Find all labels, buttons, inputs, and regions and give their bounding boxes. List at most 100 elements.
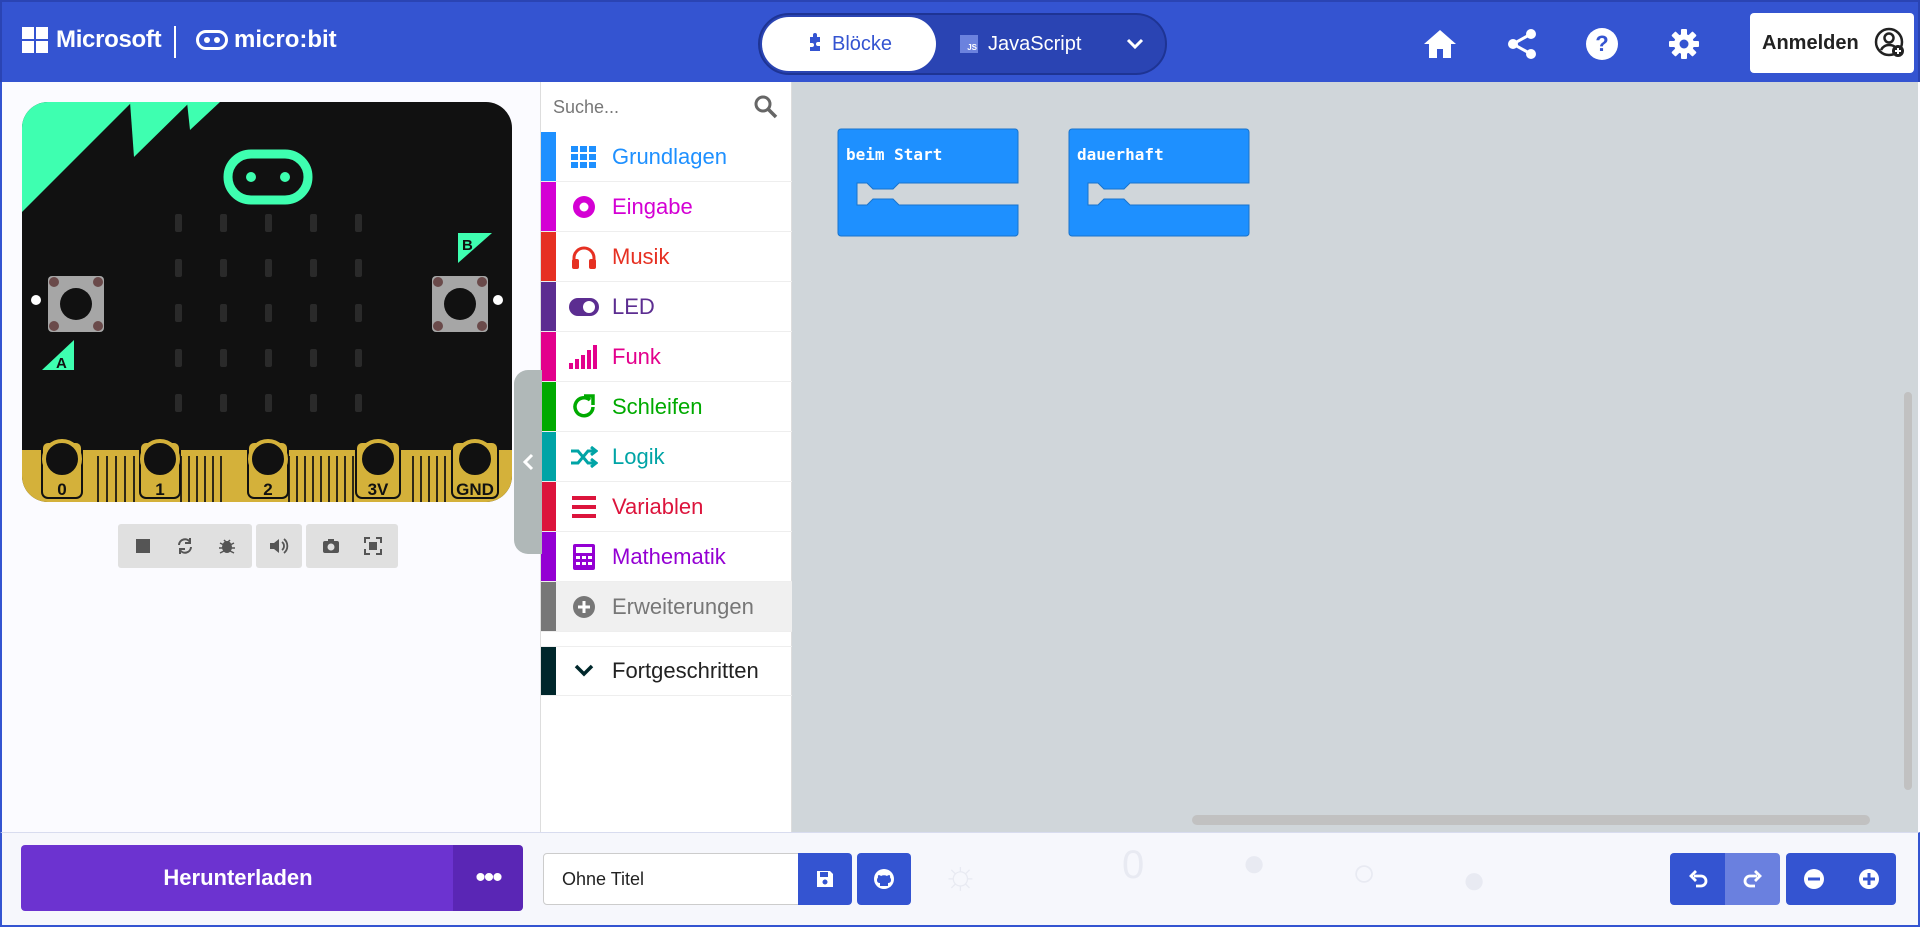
blocks-workspace[interactable]: beim Start dauerhaft: [792, 82, 1918, 832]
debug-icon: [219, 539, 235, 554]
category-label: Erweiterungen: [612, 593, 754, 619]
editor-toggle: Blöcke JS JavaScript: [758, 13, 1167, 75]
category-led[interactable]: LED: [541, 282, 792, 332]
category-eingabe[interactable]: Eingabe: [541, 182, 792, 232]
tab-javascript[interactable]: JS JavaScript: [960, 17, 1100, 71]
category-label: Grundlagen: [612, 143, 727, 169]
chevron-left-icon: [522, 453, 534, 471]
category-erweiterungen[interactable]: Erweiterungen: [541, 582, 792, 632]
category-funk[interactable]: Funk: [541, 332, 792, 382]
microsoft-brand[interactable]: Microsoft: [22, 26, 162, 54]
toggle-icon: [556, 297, 612, 316]
category-color-bar: [541, 382, 556, 431]
mute-icon: [270, 538, 289, 554]
download-more-button[interactable]: •••: [453, 845, 523, 911]
settings-button[interactable]: [1664, 24, 1704, 64]
microbit-brand[interactable]: micro:bit: [196, 26, 337, 54]
github-button[interactable]: [857, 853, 911, 905]
javascript-icon: JS: [960, 35, 978, 53]
category-color-bar: [541, 582, 556, 631]
screenshot-icon: [323, 539, 339, 553]
editor-footer: ☼ 0 ● ○ ● Herunterladen •••: [0, 832, 1920, 927]
vertical-scrollbar[interactable]: [1904, 392, 1912, 790]
signal-bars-icon: [556, 344, 612, 369]
grid-icon: [556, 145, 612, 168]
button-a[interactable]: [48, 276, 104, 332]
chevron-down-icon: [556, 664, 612, 678]
header-bar: Microsoft micro:bit Blöcke JS JavaScript…: [0, 0, 1920, 82]
category-mathematik[interactable]: Mathematik: [541, 532, 792, 582]
on-start-block[interactable]: beim Start: [837, 128, 1019, 248]
zoom-group: [1786, 853, 1896, 905]
loop-icon: [556, 393, 612, 420]
horizontal-scrollbar[interactable]: [1192, 815, 1870, 825]
editor-dropdown-button[interactable]: [1110, 17, 1160, 71]
category-color-bar: [541, 132, 556, 181]
headphones-icon: [556, 245, 612, 269]
pin-label-0: 0: [57, 480, 66, 499]
category-color-bar: [541, 182, 556, 231]
signin-label: Anmelden: [1762, 31, 1859, 54]
category-color-bar: [541, 332, 556, 381]
block-label: dauerhaft: [1077, 145, 1164, 164]
category-logik[interactable]: Logik: [541, 432, 792, 482]
restart-icon: [178, 538, 192, 554]
category-fortgeschritten[interactable]: Fortgeschritten: [541, 646, 792, 696]
zoom-in-button[interactable]: [1841, 853, 1896, 905]
project-name-input[interactable]: [543, 853, 799, 905]
sim-audio-group: [256, 524, 302, 568]
debug-button[interactable]: [208, 528, 246, 564]
search-icon[interactable]: [753, 94, 779, 120]
microbit-logo-icon: [196, 30, 228, 50]
user-add-icon: [1874, 27, 1904, 57]
zoom-out-button[interactable]: [1786, 853, 1841, 905]
list-lines-icon: [556, 495, 612, 518]
category-variablen[interactable]: Variablen: [541, 482, 792, 532]
fullscreen-button[interactable]: [354, 528, 392, 564]
save-icon: [817, 871, 833, 887]
tab-blocks-label: Blöcke: [831, 32, 893, 55]
download-label: Herunterladen: [163, 865, 313, 890]
category-label: Musik: [612, 243, 670, 269]
microbit-board[interactable]: A B 0 1 2 3V GND: [22, 102, 512, 502]
help-button[interactable]: ?: [1582, 24, 1622, 64]
chevron-down-icon: [1126, 38, 1144, 50]
category-grundlagen[interactable]: Grundlagen: [541, 132, 792, 182]
home-button[interactable]: [1420, 24, 1460, 64]
search-input[interactable]: [553, 92, 743, 122]
brand-divider: [174, 26, 176, 58]
category-color-bar: [541, 432, 556, 481]
stop-button[interactable]: [124, 528, 162, 564]
download-button[interactable]: Herunterladen: [21, 845, 455, 911]
pin-label-gnd: GND: [456, 480, 494, 499]
share-button[interactable]: [1502, 24, 1542, 64]
category-schleifen[interactable]: Schleifen: [541, 382, 792, 432]
tab-blocks[interactable]: Blöcke: [762, 17, 936, 71]
more-dots-icon: •••: [475, 861, 502, 894]
button-b-label: B: [462, 237, 473, 254]
undo-icon: [1688, 870, 1707, 888]
redo-button[interactable]: [1725, 853, 1780, 905]
category-musik[interactable]: Musik: [541, 232, 792, 282]
sim-control-group: [118, 524, 252, 568]
category-label: Logik: [612, 443, 665, 469]
category-label: Eingabe: [612, 193, 693, 219]
zoom-in-icon: [1858, 869, 1879, 889]
screenshot-button[interactable]: [312, 528, 350, 564]
restart-button[interactable]: [166, 528, 204, 564]
undo-button[interactable]: [1670, 853, 1725, 905]
save-button[interactable]: [798, 853, 852, 905]
signin-button[interactable]: Anmelden: [1750, 13, 1914, 73]
collapse-simulator-button[interactable]: [514, 370, 542, 554]
mute-button[interactable]: [260, 528, 298, 564]
microbit-label: micro:bit: [234, 26, 337, 53]
fullscreen-icon: [364, 537, 382, 555]
category-label: Variablen: [612, 493, 704, 519]
category-label: Mathematik: [612, 543, 726, 569]
button-a-label: A: [56, 355, 67, 372]
forever-block[interactable]: dauerhaft: [1068, 128, 1250, 248]
calculator-icon: [556, 543, 612, 570]
shuffle-icon: [556, 445, 612, 468]
button-b[interactable]: [432, 276, 488, 332]
tab-javascript-label: JavaScript: [988, 32, 1082, 55]
